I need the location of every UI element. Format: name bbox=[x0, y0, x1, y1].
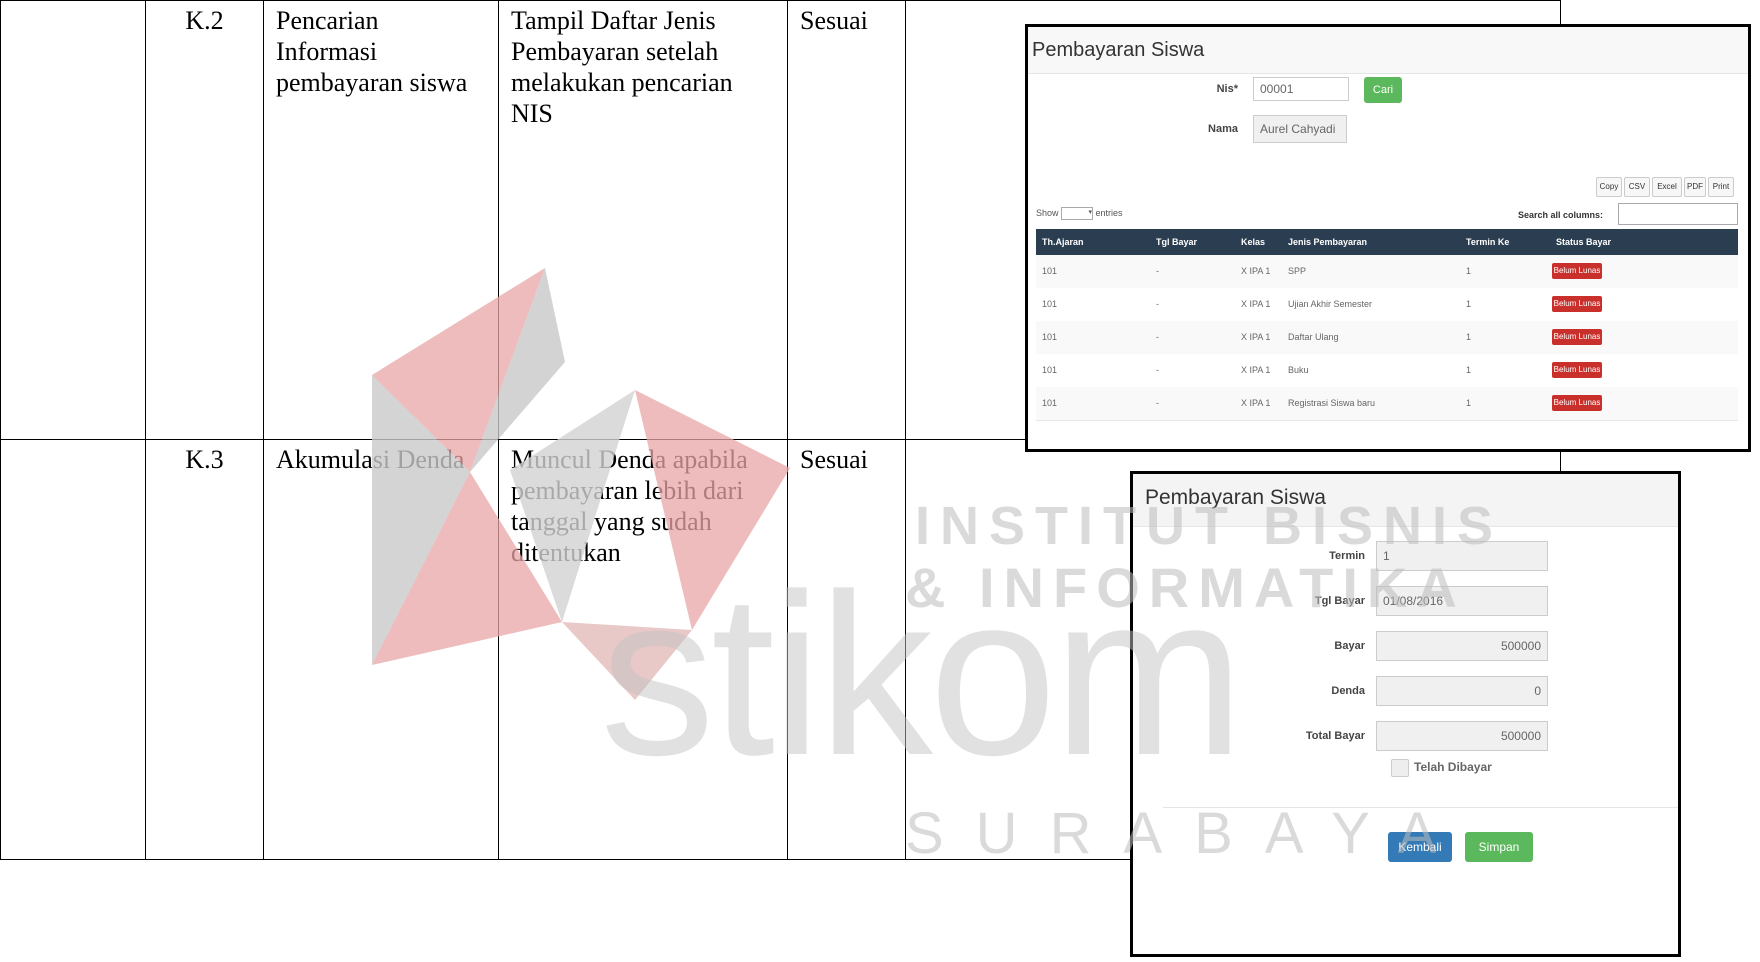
table-cell: 101 bbox=[1042, 365, 1058, 375]
column-header[interactable]: Tgl Bayar bbox=[1156, 237, 1197, 247]
table-row: 101 - X IPA 1 SPP 1 Belum Lunas bbox=[1036, 255, 1738, 289]
case-id: K.3 bbox=[145, 439, 264, 860]
table-cell: X IPA 1 bbox=[1241, 299, 1271, 309]
table-cell: - bbox=[1156, 332, 1159, 342]
table-row: 101 - X IPA 1 Registrasi Siswa baru 1 Belum L… bbox=[1036, 387, 1738, 421]
telah-dibayar-label: Telah Dibayar bbox=[1414, 760, 1492, 774]
test-case: Pencarian Informasi pembayaran siswa bbox=[263, 0, 499, 440]
table-row: 101 - X IPA 1 Daftar Ulang 1 Belum Lunas bbox=[1036, 321, 1738, 355]
table-cell: 1 bbox=[1466, 332, 1472, 342]
telah-dibayar-checkbox[interactable] bbox=[1391, 759, 1409, 777]
export-button-pdf[interactable]: PDF bbox=[1684, 177, 1706, 197]
show-entries: Show ▾ entries bbox=[1036, 207, 1123, 220]
export-button-excel[interactable]: Excel bbox=[1652, 177, 1682, 197]
status-badge: Belum Lunas bbox=[1552, 329, 1602, 345]
table-cell: 101 bbox=[1042, 332, 1058, 342]
table-header: Th.Ajaran Tgl Bayar Kelas Jenis Pembayaran T… bbox=[1036, 229, 1738, 255]
nama-label: Nama bbox=[1208, 123, 1238, 135]
show-label: Show bbox=[1036, 207, 1059, 218]
table-cell: - bbox=[1156, 266, 1159, 276]
table-row: 101 - X IPA 1 Ujian Akhir Semester 1 Belum Lu… bbox=[1036, 288, 1738, 322]
table-cell: Buku bbox=[1288, 365, 1309, 375]
column-header[interactable]: Status Bayar bbox=[1556, 237, 1611, 247]
column-header[interactable]: Th.Ajaran bbox=[1042, 237, 1084, 247]
kembali-button[interactable]: Kembali bbox=[1388, 832, 1452, 862]
field-input[interactable]: 1 bbox=[1376, 541, 1548, 571]
search-label: Search all columns: bbox=[1518, 210, 1604, 220]
column-header[interactable]: Termin Ke bbox=[1466, 237, 1509, 247]
column-header[interactable]: Kelas bbox=[1241, 237, 1265, 247]
table-cell: Ujian Akhir Semester bbox=[1288, 299, 1373, 309]
field-label: Bayar bbox=[1334, 640, 1365, 652]
panel-header: Pembayaran Siswa bbox=[1133, 474, 1678, 527]
table-cell: - bbox=[1156, 299, 1159, 309]
table-cell: 1 bbox=[1466, 266, 1472, 276]
export-button-csv[interactable]: CSV bbox=[1624, 177, 1650, 197]
table-cell: - bbox=[1156, 365, 1159, 375]
nis-input[interactable]: 00001 bbox=[1253, 77, 1349, 101]
table-row: 101 - X IPA 1 Buku 1 Belum Lunas bbox=[1036, 354, 1738, 388]
field-label: Denda bbox=[1331, 685, 1365, 697]
field-label: Tgl Bayar bbox=[1314, 595, 1365, 607]
cari-button[interactable]: Cari bbox=[1364, 77, 1402, 103]
result: Sesuai bbox=[787, 439, 906, 860]
table-cell: Daftar Ulang bbox=[1288, 332, 1339, 342]
nis-label: Nis* bbox=[1216, 83, 1238, 95]
table-cell: 1 bbox=[1466, 398, 1472, 408]
blank-cell bbox=[0, 0, 146, 440]
field-input[interactable]: 500000 bbox=[1376, 631, 1548, 661]
export-button-print[interactable]: Print bbox=[1708, 177, 1734, 197]
table-cell: X IPA 1 bbox=[1241, 365, 1271, 375]
column-header[interactable]: Jenis Pembayaran bbox=[1288, 237, 1367, 247]
table-cell: - bbox=[1156, 398, 1159, 408]
status-badge: Belum Lunas bbox=[1552, 395, 1602, 411]
expected-result: Tampil Daftar Jenis Pembayaran setelah m… bbox=[498, 0, 788, 440]
status-badge: Belum Lunas bbox=[1552, 362, 1602, 378]
test-case: Akumulasi Denda bbox=[263, 439, 499, 860]
simpan-button[interactable]: Simpan bbox=[1465, 832, 1533, 862]
table-cell: X IPA 1 bbox=[1241, 398, 1271, 408]
case-id: K.2 bbox=[145, 0, 264, 440]
field-label: Termin bbox=[1329, 550, 1365, 562]
field-input[interactable]: 500000 bbox=[1376, 721, 1548, 751]
table-cell: Registrasi Siswa baru bbox=[1288, 398, 1376, 408]
status-badge: Belum Lunas bbox=[1552, 263, 1602, 279]
payment-form-screenshot: Pembayaran Siswa Termin 1 Tgl Bayar 01/08/2… bbox=[1130, 471, 1681, 957]
table-cell: X IPA 1 bbox=[1241, 266, 1271, 276]
table-cell: SPP bbox=[1288, 266, 1307, 276]
table-cell: 1 bbox=[1466, 365, 1472, 375]
entries-label: entries bbox=[1095, 207, 1123, 218]
divider bbox=[1163, 807, 1678, 808]
result: Sesuai bbox=[787, 0, 906, 440]
panel-title: Pembayaran Siswa bbox=[1145, 486, 1326, 509]
panel-header: Pembayaran Siswa bbox=[1028, 27, 1748, 74]
entries-select[interactable]: ▾ bbox=[1061, 207, 1094, 220]
payment-search-screenshot: Pembayaran Siswa Nis* 00001 Cari Nama Au… bbox=[1025, 24, 1751, 452]
field-input[interactable]: 0 bbox=[1376, 676, 1548, 706]
table-cell: 101 bbox=[1042, 266, 1058, 276]
table-cell: X IPA 1 bbox=[1241, 332, 1271, 342]
field-input[interactable]: 01/08/2016 bbox=[1376, 586, 1548, 616]
nama-input[interactable]: Aurel Cahyadi bbox=[1253, 115, 1347, 143]
panel-title: Pembayaran Siswa bbox=[1032, 39, 1205, 61]
blank-cell bbox=[0, 439, 146, 860]
export-button-copy[interactable]: Copy bbox=[1596, 177, 1622, 197]
search-input[interactable] bbox=[1618, 203, 1738, 225]
status-badge: Belum Lunas bbox=[1552, 296, 1602, 312]
expected-result: Muncul Denda apabila pembayaran lebih da… bbox=[498, 439, 788, 860]
field-label: Total Bayar bbox=[1305, 730, 1365, 742]
table-cell: 101 bbox=[1042, 398, 1058, 408]
table-cell: 101 bbox=[1042, 299, 1058, 309]
table-cell: 1 bbox=[1466, 299, 1472, 309]
